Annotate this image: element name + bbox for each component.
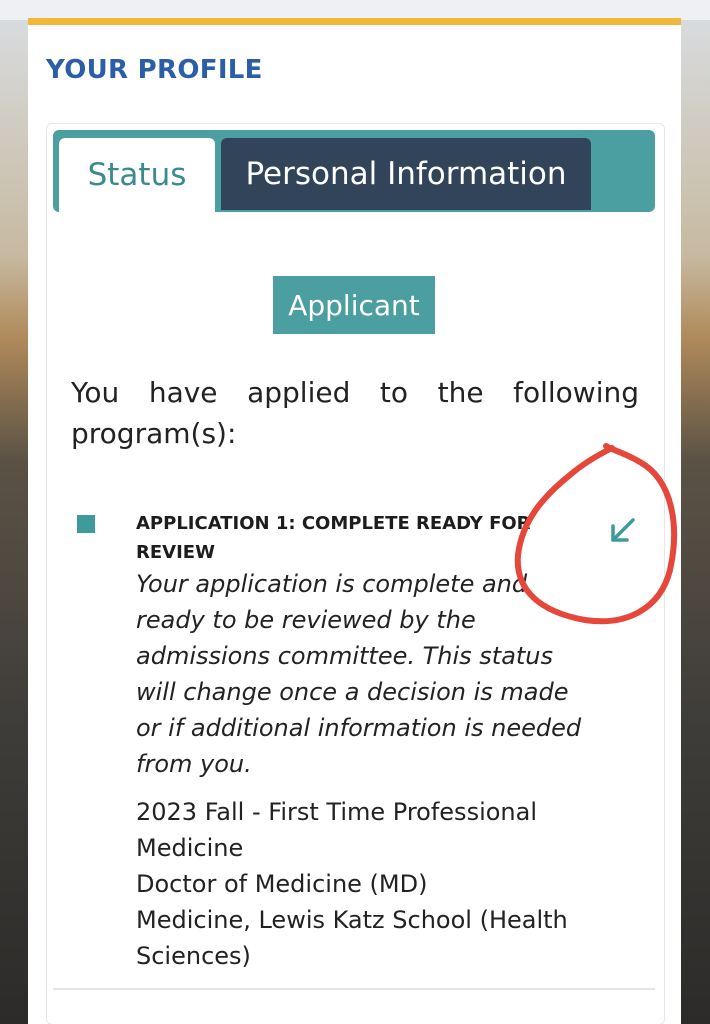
tab-personal-information[interactable]: Personal Information — [221, 138, 591, 210]
program-degree: Doctor of Medicine (MD) — [136, 870, 428, 898]
status-badge: Applicant — [273, 276, 435, 334]
application-description: Your application is complete and ready t… — [136, 570, 582, 778]
program-details: 2023 Fall - First Time Professional Medi… — [136, 794, 586, 974]
application-heading: APPLICATION 1: COMPLETE READY FOR REVIEW — [136, 513, 531, 563]
applied-programs-intro: You have applied to the following progra… — [71, 376, 639, 450]
profile-card: YOUR PROFILE Status Personal Information… — [28, 18, 681, 1024]
tab-bar: Status Personal Information — [53, 130, 655, 212]
page-title: YOUR PROFILE — [46, 55, 263, 85]
bullet-square-icon — [77, 515, 95, 533]
tab-status[interactable]: Status — [59, 138, 215, 212]
program-school: Medicine, Lewis Katz School (Health Scie… — [136, 906, 568, 970]
program-term: 2023 Fall - First Time Professional Medi… — [136, 798, 538, 862]
profile-panel: Status Personal Information Applicant Yo… — [46, 123, 665, 1024]
arrow-down-left-icon[interactable] — [605, 514, 639, 548]
divider — [53, 988, 655, 990]
